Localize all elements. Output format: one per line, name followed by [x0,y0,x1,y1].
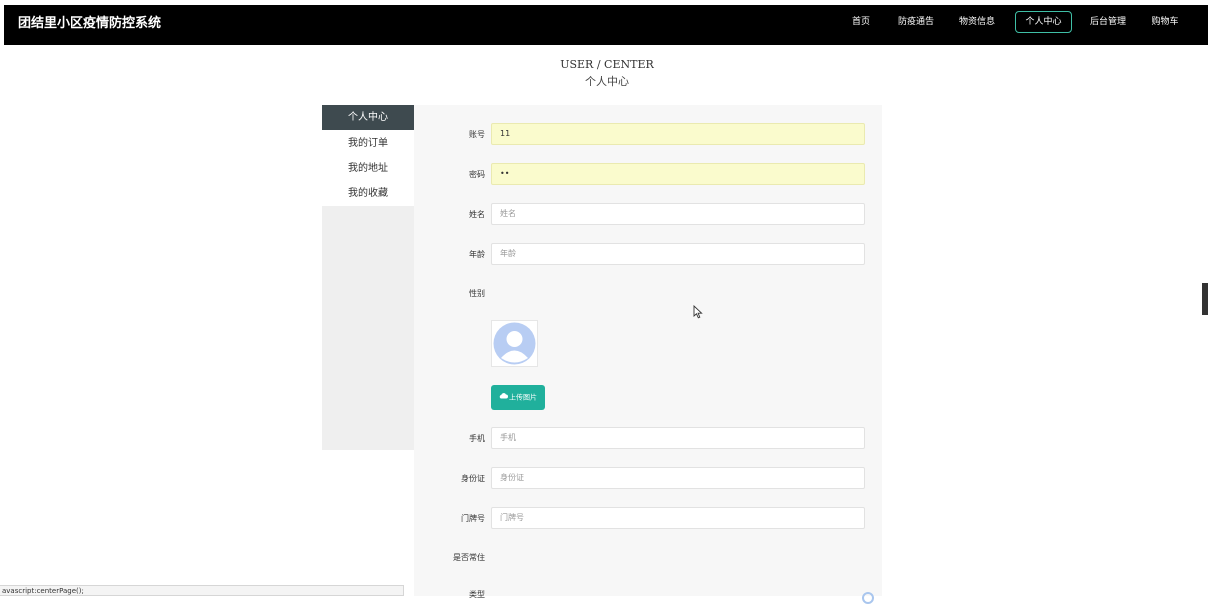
sidebar-item-user-center[interactable]: 个人中心 [322,105,414,130]
sidebar-item-address[interactable]: 我的地址 [322,156,414,181]
category-label: 类型 [469,590,485,599]
account-input[interactable]: 11 [491,123,865,145]
upload-button-label: 上传图片 [509,393,537,402]
phone-input[interactable]: 手机 [491,427,865,449]
resident-label: 是否常住 [453,553,485,562]
age-label: 年龄 [469,250,485,259]
phone-label: 手机 [469,434,485,443]
user-sidebar: 个人中心 我的订单 我的地址 我的收藏 [322,105,414,450]
password-label: 密码 [469,170,485,179]
password-input[interactable]: •• [491,163,865,185]
age-input[interactable]: 年龄 [491,243,865,265]
door-no-label: 门牌号 [461,514,485,523]
back-to-top-icon[interactable] [862,592,874,604]
page-title-cn: 个人中心 [585,75,629,88]
avatar-preview [491,320,538,367]
name-input[interactable]: 姓名 [491,203,865,225]
upload-image-button[interactable]: 上传图片 [491,385,545,410]
top-navbar: 团结里小区疫情防控系统 首页 防疫通告 物资信息 个人中心 后台管理 购物车 [4,5,1208,45]
mouse-cursor-icon [693,304,703,323]
page-title-en: USER / CENTER [560,58,654,71]
nav-supplies[interactable]: 物资信息 [956,11,998,33]
gender-label: 性别 [469,289,485,298]
account-label: 账号 [469,130,485,139]
sidebar-item-orders[interactable]: 我的订单 [322,131,414,156]
page-scroll-handle[interactable] [1202,283,1208,315]
nav-notices[interactable]: 防疫通告 [894,11,938,33]
nav-user-center[interactable]: 个人中心 [1015,11,1072,33]
cloud-upload-icon [499,385,508,410]
name-label: 姓名 [469,210,485,219]
nav-home[interactable]: 首页 [849,11,873,33]
avatar-icon [493,322,536,365]
door-no-input[interactable]: 门牌号 [491,507,865,529]
id-card-label: 身份证 [461,474,485,483]
nav-admin[interactable]: 后台管理 [1086,11,1130,33]
browser-status-bar: avascript:centerPage(); [0,585,404,596]
site-title: 团结里小区疫情防控系统 [18,16,162,31]
id-card-input[interactable]: 身份证 [491,467,865,489]
sidebar-item-favorites[interactable]: 我的收藏 [322,181,414,206]
nav-cart[interactable]: 购物车 [1148,11,1182,33]
